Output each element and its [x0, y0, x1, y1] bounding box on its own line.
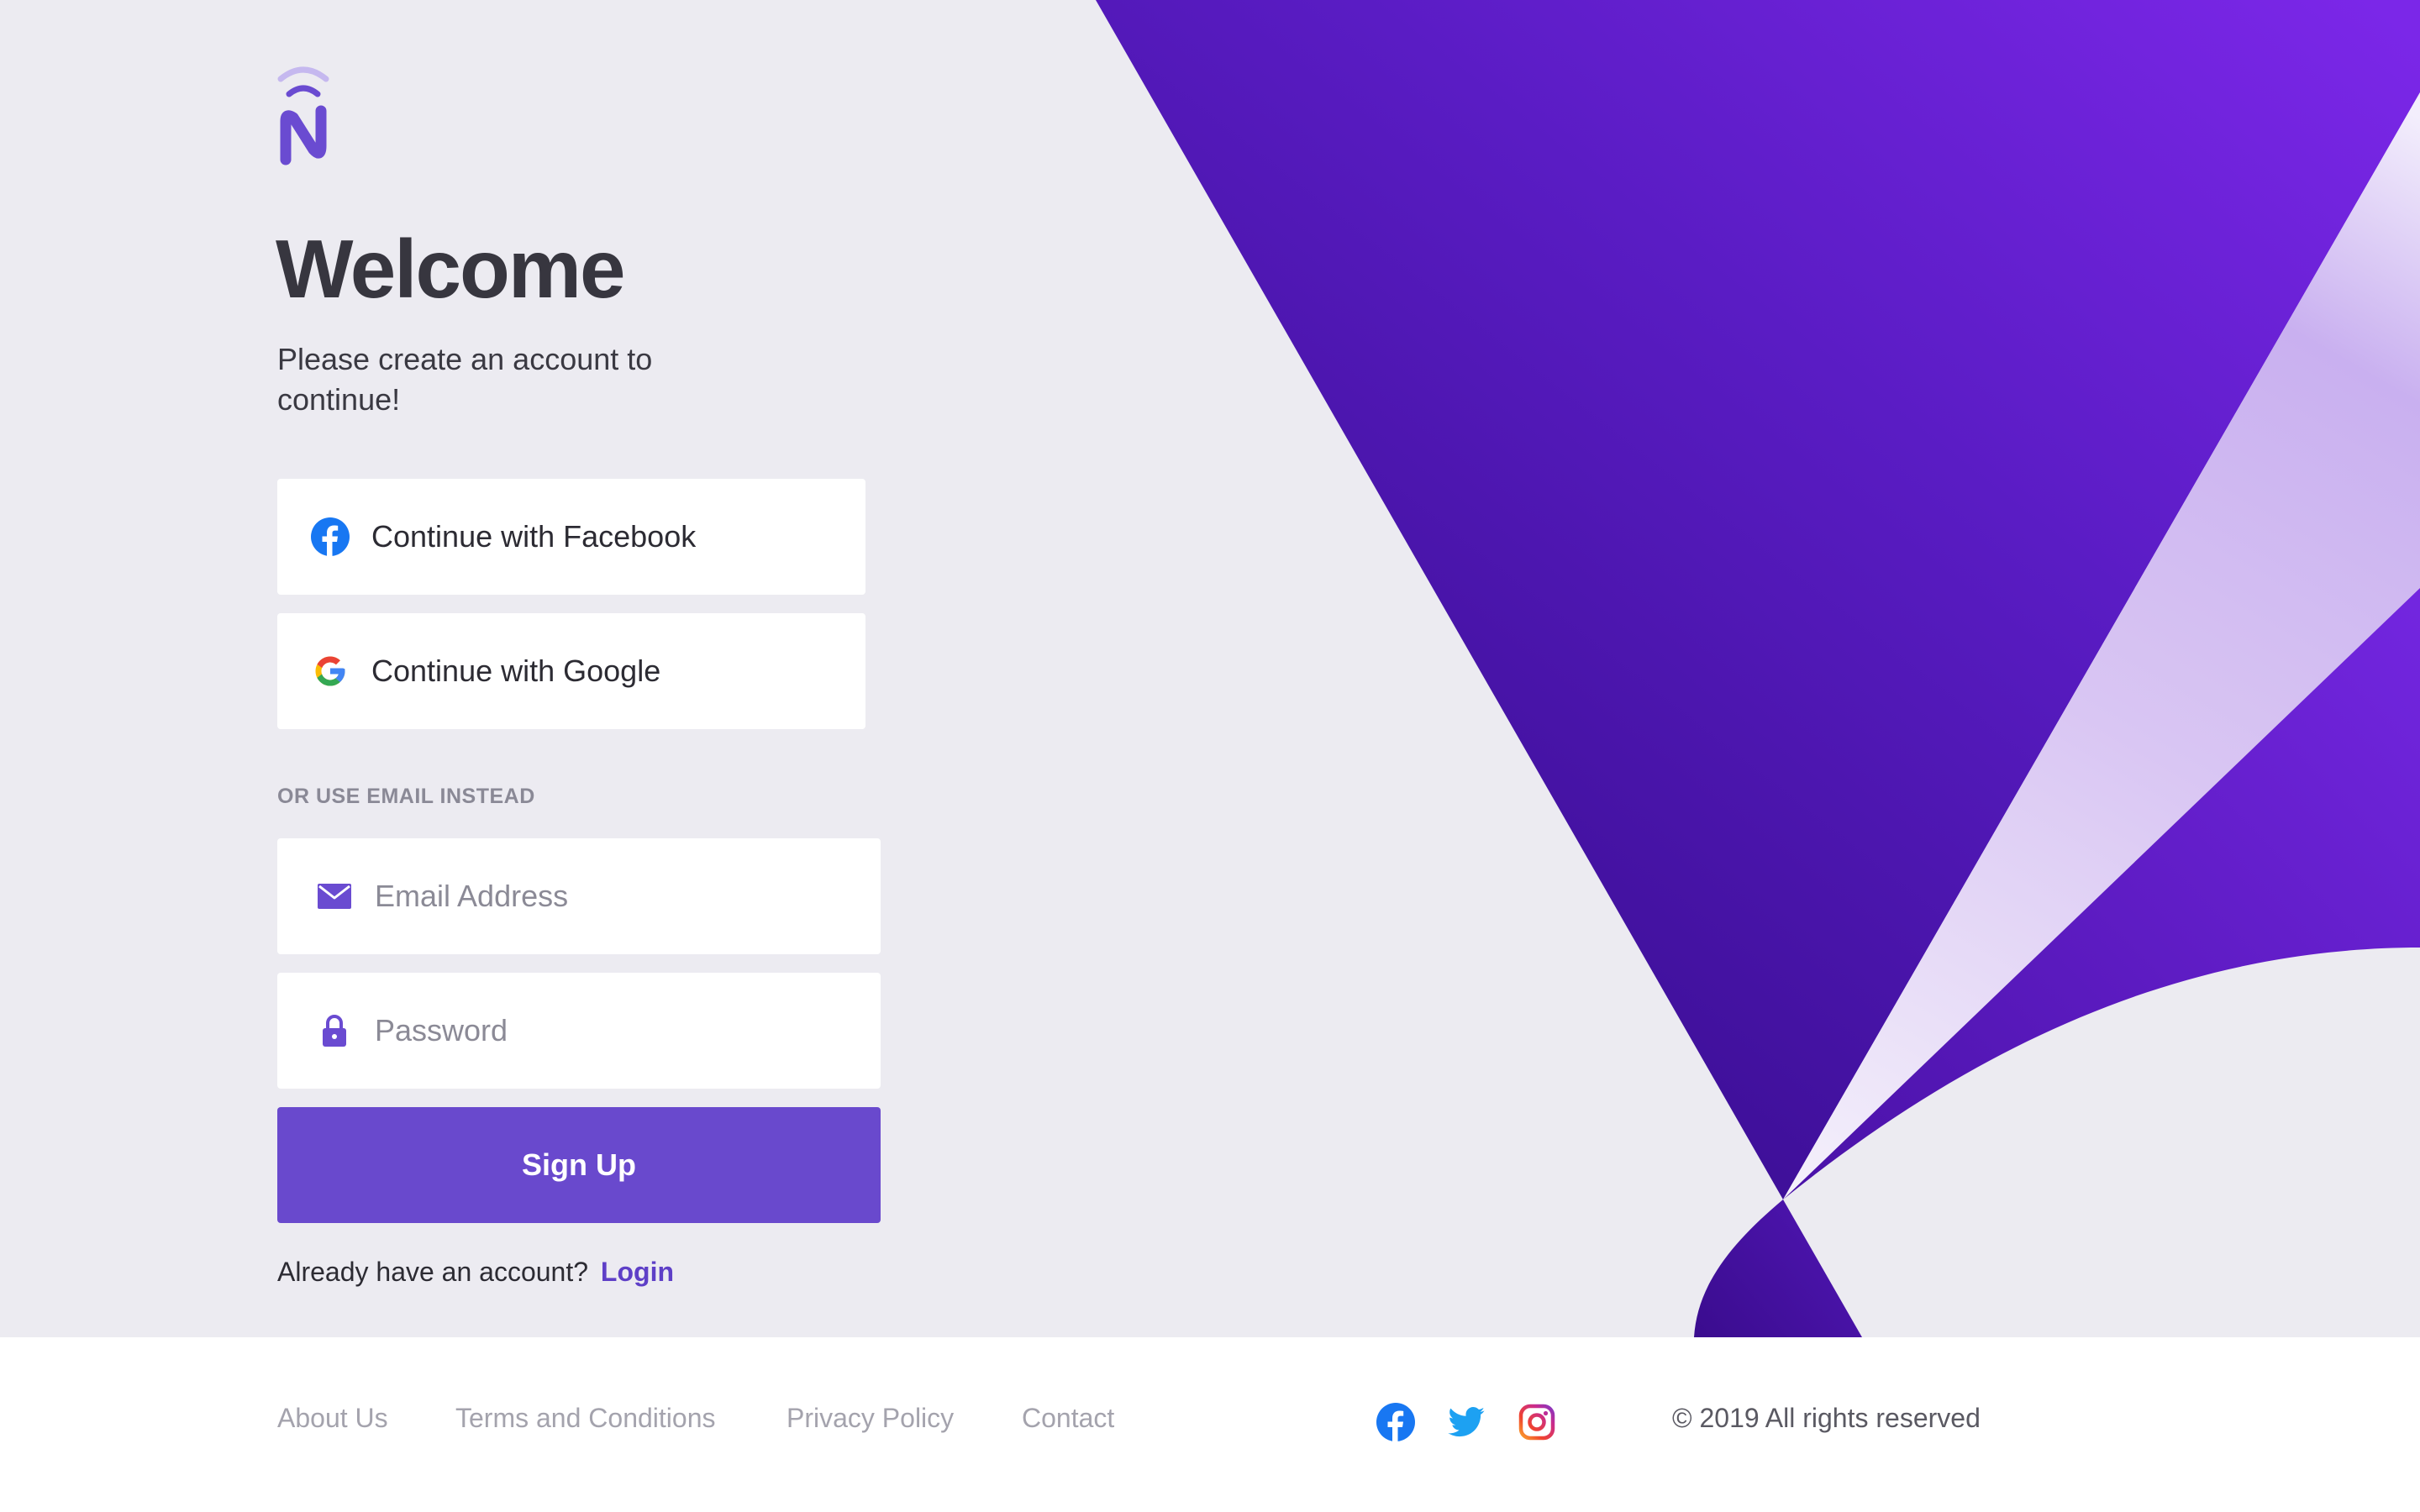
footer-link-terms[interactable]: Terms and Conditions: [455, 1403, 715, 1434]
google-button-label: Continue with Google: [371, 654, 661, 688]
footer: About Us Terms and Conditions Privacy Po…: [0, 1337, 2420, 1512]
continue-with-facebook-button[interactable]: Continue with Facebook: [277, 479, 865, 595]
sign-up-button[interactable]: Sign Up: [277, 1107, 881, 1223]
google-icon: [311, 652, 350, 690]
facebook-icon: [311, 517, 350, 556]
footer-link-about-us[interactable]: About Us: [277, 1403, 388, 1434]
password-input[interactable]: [373, 1012, 847, 1049]
email-field[interactable]: [277, 838, 881, 954]
facebook-icon[interactable]: [1376, 1403, 1415, 1441]
email-divider-label: OR USE EMAIL INSTEAD: [277, 785, 535, 808]
login-prompt: Already have an account? Login: [277, 1257, 674, 1288]
art-bottom-shape: [1694, 1200, 1862, 1337]
lock-icon: [318, 1014, 351, 1047]
copyright-text: © 2019 All rights reserved: [1672, 1403, 1981, 1433]
email-input[interactable]: [373, 878, 847, 915]
twitter-icon[interactable]: [1447, 1403, 1486, 1441]
instagram-icon[interactable]: [1518, 1403, 1556, 1441]
facebook-button-label: Continue with Facebook: [371, 519, 697, 554]
envelope-icon: [318, 879, 351, 913]
login-link[interactable]: Login: [601, 1257, 674, 1287]
page-subtitle: Please create an account to continue!: [277, 342, 653, 417]
page-title: Welcome: [276, 223, 625, 315]
password-field[interactable]: [277, 973, 881, 1089]
login-prompt-text: Already have an account?: [277, 1257, 589, 1287]
continue-with-google-button[interactable]: Continue with Google: [277, 613, 865, 729]
signup-page: Welcome Please create an account to cont…: [0, 0, 2420, 1512]
footer-link-contact[interactable]: Contact: [1022, 1403, 1114, 1434]
n-signal-logo-icon: [277, 66, 329, 165]
footer-link-privacy-policy[interactable]: Privacy Policy: [786, 1403, 954, 1434]
